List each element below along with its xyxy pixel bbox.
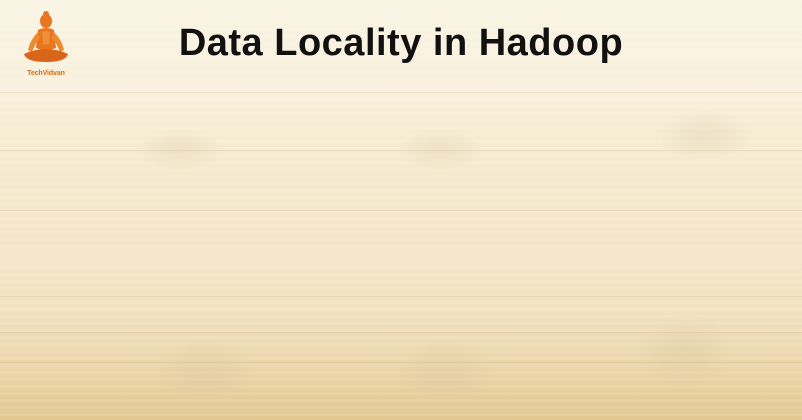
background-smudge <box>400 340 490 400</box>
band-divider <box>0 92 802 93</box>
background-smudge <box>140 130 220 170</box>
band-divider <box>0 296 802 297</box>
background-smudge <box>400 130 480 170</box>
background-smudge <box>640 315 730 385</box>
slide-title: Data Locality in Hadoop <box>178 22 624 64</box>
band-divider <box>0 210 802 211</box>
slide-canvas: TechVidvan Data Locality in Hadoop <box>0 0 802 420</box>
logo-text: TechVidvan <box>27 70 65 77</box>
background-smudge <box>660 110 750 160</box>
background-smudge <box>160 340 250 400</box>
